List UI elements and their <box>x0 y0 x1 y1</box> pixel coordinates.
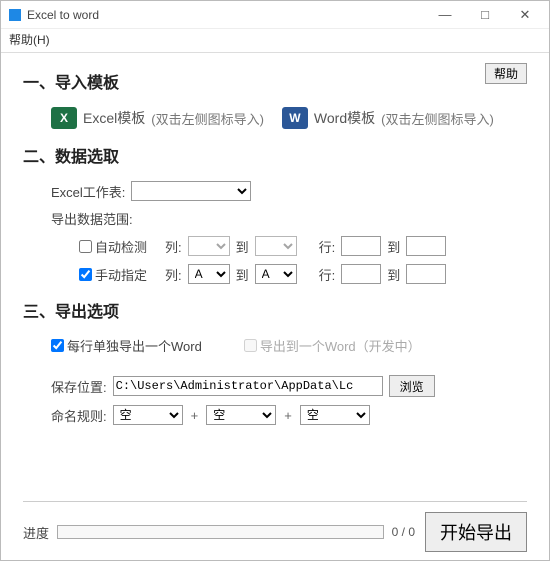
save-location-label: 保存位置: <box>51 377 107 396</box>
section2-title: 二、数据选取 <box>23 143 527 167</box>
browse-button[interactable]: 浏览 <box>389 375 435 397</box>
auto-detect-option[interactable]: 自动检测 <box>79 237 147 256</box>
manual-option[interactable]: 手动指定 <box>79 265 147 284</box>
man-row-to[interactable] <box>406 264 446 284</box>
titlebar: Excel to word — □ ✕ <box>1 1 549 29</box>
manual-checkbox[interactable] <box>79 268 92 281</box>
close-button[interactable]: ✕ <box>505 2 545 28</box>
word-template-label: Word模板 <box>314 108 375 128</box>
section1-title: 一、导入模板 <box>23 69 119 93</box>
name-rule-1[interactable]: 空 <box>113 405 183 425</box>
menubar: 帮助(H) <box>1 29 549 53</box>
single-word-option: 导出到一个Word（开发中） <box>244 336 421 355</box>
auto-col-to[interactable] <box>255 236 297 256</box>
man-col-to[interactable]: A <box>255 264 297 284</box>
progress-text: 0 / 0 <box>392 525 415 539</box>
sheet-label: Excel工作表: <box>51 182 125 201</box>
window-controls: — □ ✕ <box>425 2 545 28</box>
man-col-from[interactable]: A <box>188 264 230 284</box>
section3-title: 三、导出选项 <box>23 298 527 322</box>
plus-1: + <box>189 408 201 423</box>
name-rule-label: 命名规则: <box>51 406 107 425</box>
maximize-button[interactable]: □ <box>465 2 505 28</box>
progress-bar <box>57 525 384 539</box>
man-col-label: 列: <box>165 265 182 284</box>
start-export-button[interactable]: 开始导出 <box>425 512 527 552</box>
progress-label: 进度 <box>23 523 49 542</box>
manual-label: 手动指定 <box>95 265 147 284</box>
each-row-option[interactable]: 每行单独导出一个Word <box>51 336 202 355</box>
app-window: Excel to word — □ ✕ 帮助(H) 一、导入模板 帮助 X Ex… <box>0 0 550 561</box>
plus-2: + <box>282 408 294 423</box>
single-word-checkbox <box>244 339 257 352</box>
auto-row-from[interactable] <box>341 236 381 256</box>
excel-template-label: Excel模板 <box>83 108 145 128</box>
man-row-label: 行: <box>319 265 336 284</box>
save-location-field[interactable] <box>113 376 383 396</box>
auto-col-label: 列: <box>165 237 182 256</box>
manual-row: 手动指定 列: A 到 A 行: 到 <box>23 264 527 284</box>
each-row-label: 每行单独导出一个Word <box>67 336 202 355</box>
help-button[interactable]: 帮助 <box>485 63 527 84</box>
footer: 进度 0 / 0 开始导出 <box>23 501 527 552</box>
window-title: Excel to word <box>27 8 425 22</box>
auto-row-to[interactable] <box>406 236 446 256</box>
template-row: X Excel模板 (双击左侧图标导入) W Word模板 (双击左侧图标导入) <box>23 107 527 129</box>
name-rule-3[interactable]: 空 <box>300 405 370 425</box>
menu-help[interactable]: 帮助(H) <box>9 33 50 47</box>
auto-detect-checkbox[interactable] <box>79 240 92 253</box>
auto-col-from[interactable] <box>188 236 230 256</box>
excel-icon[interactable]: X <box>51 107 77 129</box>
auto-row-label: 行: <box>319 237 336 256</box>
man-col-to-label: 到 <box>236 265 249 284</box>
range-label: 导出数据范围: <box>51 209 133 228</box>
word-template-hint: (双击左侧图标导入) <box>381 109 494 128</box>
each-row-checkbox[interactable] <box>51 339 64 352</box>
body: 一、导入模板 帮助 X Excel模板 (双击左侧图标导入) W Word模板 … <box>1 53 549 560</box>
single-word-label: 导出到一个Word（开发中） <box>260 336 421 355</box>
auto-detect-label: 自动检测 <box>95 237 147 256</box>
man-row-to-label: 到 <box>387 265 400 284</box>
minimize-button[interactable]: — <box>425 2 465 28</box>
sheet-select[interactable] <box>131 181 251 201</box>
auto-row-to-label: 到 <box>387 237 400 256</box>
auto-row: 自动检测 列: 到 行: 到 <box>23 236 527 256</box>
man-row-from[interactable] <box>341 264 381 284</box>
word-icon[interactable]: W <box>282 107 308 129</box>
auto-col-to-label: 到 <box>236 237 249 256</box>
app-icon <box>9 9 21 21</box>
name-rule-2[interactable]: 空 <box>206 405 276 425</box>
excel-template-hint: (双击左侧图标导入) <box>151 109 264 128</box>
